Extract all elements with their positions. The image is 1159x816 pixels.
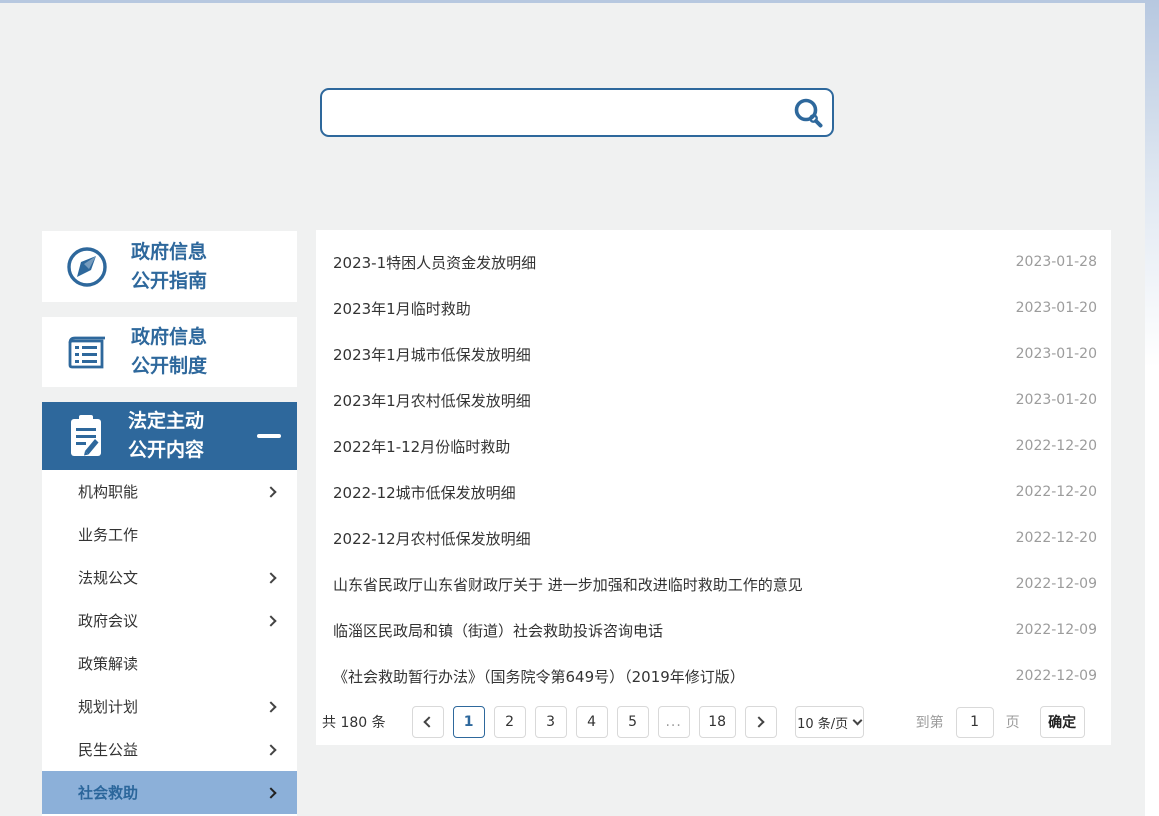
submenu-label: 业务工作 (78, 524, 138, 545)
sidebar-card-label-line1: 政府信息 (131, 238, 207, 267)
sidebar-card-label-line2: 公开指南 (131, 267, 207, 296)
sidebar-item-regulations[interactable]: 法规公文 (42, 556, 297, 599)
list-item[interactable]: 2022-12城市低保发放明细 2022-12-20 (316, 469, 1111, 515)
search-bar (320, 88, 834, 137)
article-date: 2022-12-09 (1016, 576, 1097, 592)
compass-icon (64, 243, 111, 290)
article-date: 2022-12-20 (1016, 438, 1097, 454)
page-button-18[interactable]: 18 (699, 706, 736, 738)
article-title[interactable]: 《社会救助暂行办法》（国务院令第649号）（2019年修订版） (333, 666, 745, 687)
goto-suffix-label: 页 (1006, 712, 1020, 732)
submenu-label: 政府会议 (78, 610, 138, 631)
page-button-4[interactable]: 4 (576, 706, 608, 738)
list-item[interactable]: 山东省民政厅山东省财政厅关于 进一步加强和改进临时救助工作的意见 2022-12… (316, 561, 1111, 607)
sidebar-item-social-assistance[interactable]: 社会救助 (42, 771, 297, 814)
page-ellipsis-button[interactable]: ... (658, 706, 690, 738)
prev-page-button[interactable] (412, 706, 444, 738)
article-date: 2022-12-20 (1016, 484, 1097, 500)
search-icon (791, 97, 825, 129)
page-button-5[interactable]: 5 (617, 706, 649, 738)
sidebar-item-policy-interpretation[interactable]: 政策解读 (42, 642, 297, 685)
article-title[interactable]: 2023年1月城市低保发放明细 (333, 344, 531, 365)
page-top-border (0, 0, 1159, 3)
article-title[interactable]: 临淄区民政局和镇（街道）社会救助投诉咨询电话 (333, 620, 663, 641)
page-button-3[interactable]: 3 (535, 706, 567, 738)
submenu-label: 民生公益 (78, 739, 138, 760)
page-button-2[interactable]: 2 (494, 706, 526, 738)
sidebar-item-gov-info-guide[interactable]: 政府信息 公开指南 (42, 231, 297, 302)
sidebar-card-label-line2: 公开制度 (131, 352, 207, 381)
collapse-icon (257, 434, 281, 438)
article-title[interactable]: 2022-12月农村低保发放明细 (333, 528, 531, 549)
sidebar-card-label-line1: 法定主动 (128, 407, 204, 436)
total-count-label: 共 180 条 (322, 712, 386, 732)
submenu-label: 社会救助 (78, 782, 138, 803)
list-item[interactable]: 临淄区民政局和镇（街道）社会救助投诉咨询电话 2022-12-09 (316, 607, 1111, 653)
article-title[interactable]: 2023年1月临时救助 (333, 298, 471, 319)
article-title[interactable]: 2023-1特困人员资金发放明细 (333, 252, 536, 273)
goto-page-group: 到第 页 确定 (916, 706, 1085, 738)
page-size-value: 10 条/页 (797, 713, 848, 732)
list-item[interactable]: 2023年1月农村低保发放明细 2023-01-20 (316, 377, 1111, 423)
book-icon (64, 329, 111, 376)
submenu-label: 政策解读 (78, 653, 138, 674)
article-date: 2022-12-09 (1016, 622, 1097, 638)
chevron-right-icon (265, 787, 276, 798)
article-title[interactable]: 2022-12城市低保发放明细 (333, 482, 516, 503)
submenu-label: 规划计划 (78, 696, 138, 717)
sidebar-item-gov-info-system[interactable]: 政府信息 公开制度 (42, 317, 297, 387)
pagination-bar: 共 180 条 1 2 3 4 5 ... 18 10 条/页 到第 页 确定 (316, 699, 1111, 745)
article-title[interactable]: 2023年1月农村低保发放明细 (333, 390, 531, 411)
article-date: 2023-01-20 (1016, 346, 1097, 362)
page-right-edge (1145, 0, 1159, 816)
sidebar-item-business-work[interactable]: 业务工作 (42, 513, 297, 556)
search-input[interactable] (322, 90, 784, 135)
sidebar-item-org-functions[interactable]: 机构职能 (42, 470, 297, 513)
chevron-right-icon (265, 615, 276, 626)
chevron-right-icon (265, 486, 276, 497)
article-date: 2022-12-09 (1016, 668, 1097, 684)
goto-prefix-label: 到第 (916, 712, 944, 732)
article-date: 2022-12-20 (1016, 530, 1097, 546)
confirm-button[interactable]: 确定 (1040, 706, 1085, 738)
article-title[interactable]: 2022年1-12月份临时救助 (333, 436, 510, 457)
sidebar: 政府信息 公开指南 政府信息 公开制度 (42, 231, 297, 816)
list-item[interactable]: 2023年1月城市低保发放明细 2023-01-20 (316, 331, 1111, 377)
clipboard-pencil-icon (64, 412, 108, 460)
sidebar-card-label-line2: 公开内容 (128, 436, 204, 465)
sidebar-submenu: 机构职能 业务工作 法规公文 政府会议 政策解读 规划计划 民生公益 社会救助 (42, 470, 297, 816)
list-item[interactable]: 2023年1月临时救助 2023-01-20 (316, 285, 1111, 331)
chevron-right-icon (265, 572, 276, 583)
article-title[interactable]: 山东省民政厅山东省财政厅关于 进一步加强和改进临时救助工作的意见 (333, 574, 803, 595)
chevron-down-icon (853, 715, 863, 725)
list-item[interactable]: 《社会救助暂行办法》（国务院令第649号）（2019年修订版） 2022-12-… (316, 653, 1111, 699)
page-size-select[interactable]: 10 条/页 (795, 706, 864, 738)
sidebar-item-gov-meetings[interactable]: 政府会议 (42, 599, 297, 642)
chevron-left-icon (423, 716, 434, 727)
submenu-label: 法规公文 (78, 567, 138, 588)
sidebar-card-label-line1: 政府信息 (131, 323, 207, 352)
page-button-1[interactable]: 1 (453, 706, 485, 738)
article-date: 2023-01-28 (1016, 254, 1097, 270)
goto-page-input[interactable] (956, 707, 994, 738)
sidebar-item-planning[interactable]: 规划计划 (42, 685, 297, 728)
content-panel: 2023-1特困人员资金发放明细 2023-01-28 2023年1月临时救助 … (316, 230, 1111, 745)
article-list: 2023-1特困人员资金发放明细 2023-01-28 2023年1月临时救助 … (316, 230, 1111, 699)
article-date: 2023-01-20 (1016, 300, 1097, 316)
chevron-right-icon (753, 716, 764, 727)
search-button[interactable] (784, 90, 832, 135)
chevron-right-icon (265, 744, 276, 755)
submenu-label: 机构职能 (78, 481, 138, 502)
article-date: 2023-01-20 (1016, 392, 1097, 408)
list-item[interactable]: 2023-1特困人员资金发放明细 2023-01-28 (316, 239, 1111, 285)
list-item[interactable]: 2022-12月农村低保发放明细 2022-12-20 (316, 515, 1111, 561)
sidebar-item-statutory-disclosure[interactable]: 法定主动 公开内容 (42, 402, 297, 470)
next-page-button[interactable] (745, 706, 777, 738)
list-item[interactable]: 2022年1-12月份临时救助 2022-12-20 (316, 423, 1111, 469)
sidebar-item-public-welfare[interactable]: 民生公益 (42, 728, 297, 771)
chevron-right-icon (265, 701, 276, 712)
